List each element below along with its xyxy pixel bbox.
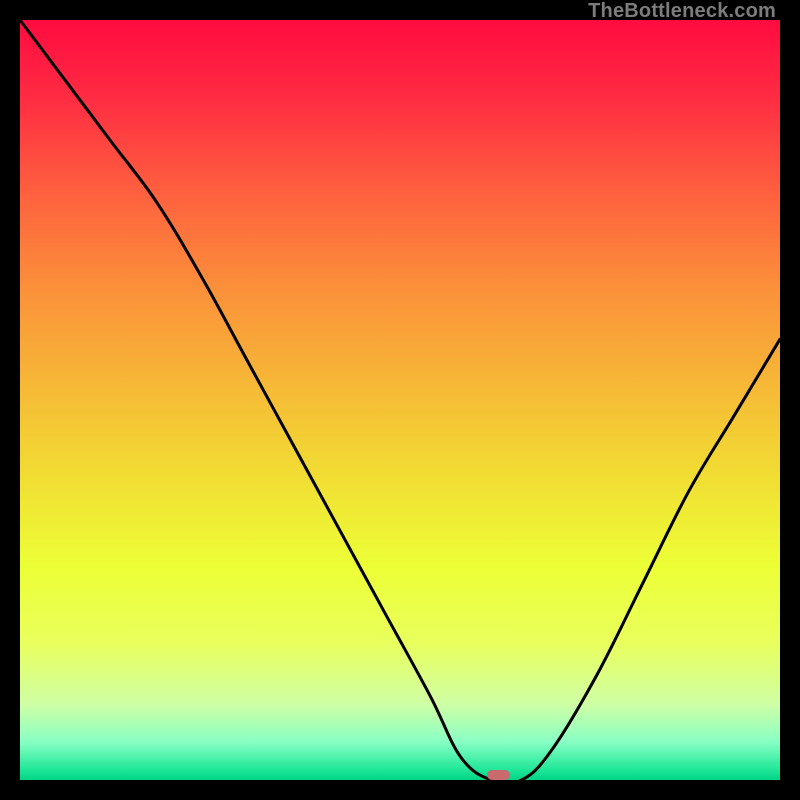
chart-frame: TheBottleneck.com (0, 0, 800, 800)
bottleneck-curve (20, 20, 780, 780)
optimum-marker (487, 770, 510, 780)
plot-area (20, 20, 780, 780)
